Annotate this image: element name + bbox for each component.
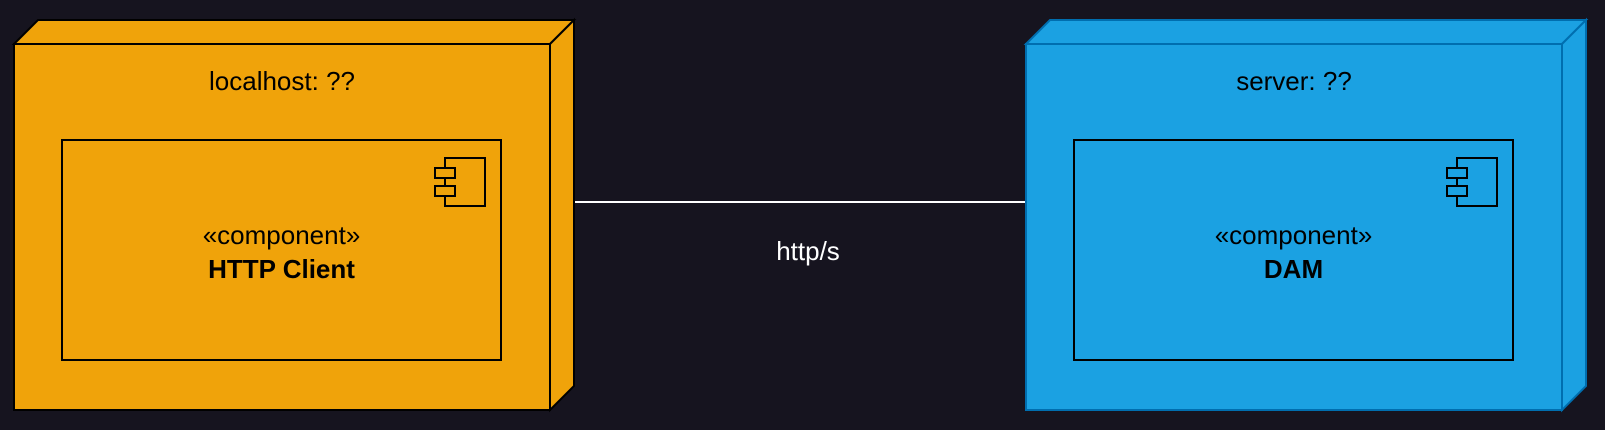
http-client-stereotype: «component»	[202, 220, 361, 250]
connector-label: http/s	[776, 236, 840, 266]
server-node-top-face	[1023, 19, 1589, 45]
diagram-canvas	[11, 17, 1589, 413]
localhost-node-top-face	[11, 19, 577, 45]
http-client-component-name: HTTP Client	[208, 254, 355, 284]
server-node-title: server: ??	[1236, 66, 1352, 96]
localhost-node-title: localhost: ??	[209, 66, 355, 96]
localhost-node-side-face	[549, 17, 575, 413]
dam-stereotype: «component»	[1214, 220, 1373, 250]
server-node-side-face	[1561, 17, 1587, 413]
deployment-diagram: localhost: ?? «component» HTTP Client se…	[0, 0, 1605, 430]
dam-component-name: DAM	[1263, 254, 1324, 284]
